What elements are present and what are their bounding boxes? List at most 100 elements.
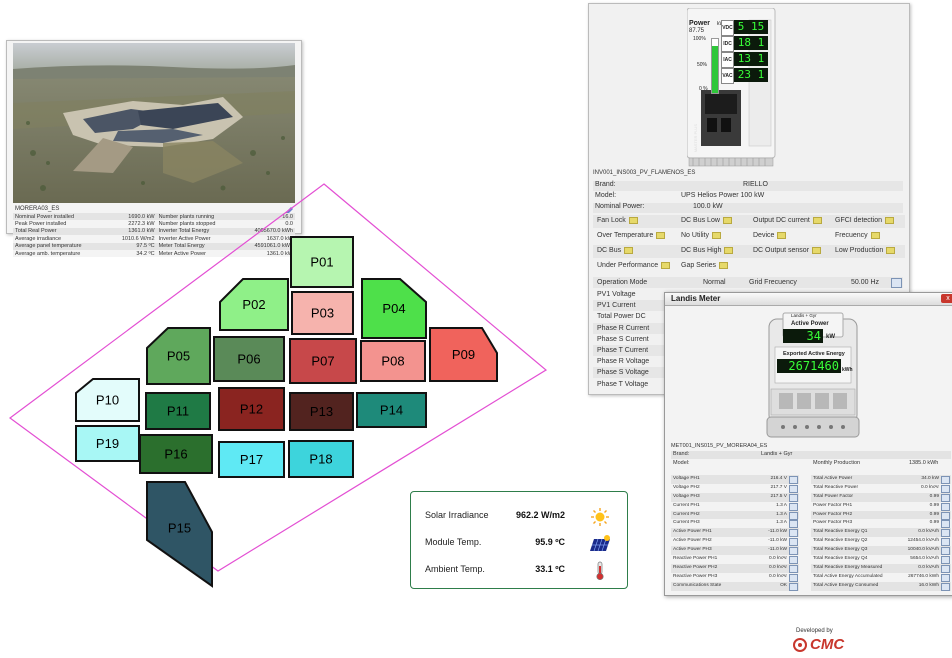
plot-p12[interactable]: P12 [218, 387, 285, 431]
alarm-indicator: DC Bus Low [681, 215, 732, 227]
meter-row-label: Current PH2 [673, 511, 700, 517]
plot-p03[interactable]: P03 [291, 291, 354, 335]
plot-p10[interactable]: P10 [75, 378, 140, 422]
meter-row-value: 1.3 A [776, 520, 787, 526]
plot-p07[interactable]: P07 [289, 338, 357, 384]
alarm-status-icon [624, 246, 634, 254]
chart-icon[interactable] [941, 484, 950, 493]
meter-active-power-label: Active Power [791, 321, 829, 327]
meter-row-label: Total Power Factor [813, 493, 853, 499]
alarm-status-icon [724, 246, 734, 254]
meter-row-label: Active Power PH1 [673, 529, 712, 535]
plot-p17[interactable]: P17 [218, 441, 285, 478]
alarm-indicator: Gap Series [681, 260, 729, 272]
chart-icon[interactable] [789, 556, 798, 565]
chart-icon[interactable] [941, 556, 950, 565]
plot-p01[interactable]: P01 [290, 236, 354, 288]
plot-label: P13 [310, 404, 333, 419]
plot-p11[interactable]: P11 [145, 392, 211, 430]
alarm-status-icon [886, 246, 896, 254]
ambient-temp-row: Ambient Temp. 33.1 ºC [411, 561, 627, 581]
chart-icon[interactable] [789, 520, 798, 529]
chart-icon[interactable] [789, 476, 798, 484]
chart-icon[interactable] [941, 564, 950, 573]
alarm-label: DC Output sensor [753, 247, 810, 254]
meter-row-label: Active Power PH3 [673, 547, 712, 553]
meter-row-value: 0.0 kVAr [768, 573, 787, 579]
plot-p15[interactable]: P15 [146, 481, 213, 588]
meter-row-value: 0.0 kVAr [768, 564, 787, 570]
plot-p04[interactable]: P04 [361, 278, 427, 339]
plot-p13[interactable]: P13 [289, 392, 354, 431]
plot-p05[interactable]: P05 [146, 327, 211, 385]
meter-panel: Landis Meter x Landis + Gyr Active Power… [664, 292, 952, 596]
inverter-measure-label: PV1 Voltage [597, 291, 636, 298]
inverter-nominal-label: Nominal Power: [595, 203, 645, 210]
grid-frequency-value: 50.00 Hz [851, 279, 880, 286]
meter-row: Voltage PH3 217.5 V [671, 492, 799, 502]
meter-row-value: 0.99 [929, 502, 939, 508]
meter-row: Current PH1 1.3 A [671, 502, 799, 511]
alarm-indicator: Low Production [835, 245, 896, 257]
plot-p14[interactable]: P14 [356, 392, 427, 428]
chart-icon[interactable] [789, 538, 798, 547]
meter-left-table: Voltage PH1 216.4 V Voltage PH2 217.7 V Volt… [671, 475, 799, 591]
alarm-indicator: Frecuency [835, 230, 880, 242]
chart-icon[interactable] [789, 582, 798, 591]
plot-label: P18 [309, 452, 332, 467]
chart-icon[interactable] [941, 573, 950, 582]
meter-row-value: 0.0 kVArh [918, 529, 939, 535]
alarm-indicator: Device [753, 230, 787, 242]
alarm-indicator: No Utility [681, 230, 722, 242]
meter-row-value: 216.4 V [770, 476, 787, 481]
plot-p06[interactable]: P06 [213, 336, 285, 382]
meter-titlebar[interactable]: Landis Meter x [665, 293, 952, 306]
chart-icon[interactable] [789, 511, 798, 520]
plot-p09[interactable]: P09 [429, 327, 498, 382]
plot-label: P14 [380, 403, 403, 418]
inverter-model-value: UPS Helios Power 100 kW [681, 192, 765, 199]
solar-panel-icon [590, 535, 610, 552]
plot-p08[interactable]: P08 [360, 340, 426, 382]
meter-row: Total Power Factor 0.99 [811, 492, 951, 502]
chart-icon[interactable] [789, 529, 798, 538]
plot-label: P05 [167, 349, 190, 364]
chart-icon[interactable] [941, 520, 950, 529]
meter-row: Total Active Power 34.0 kW [811, 475, 951, 484]
chart-icon[interactable] [789, 564, 798, 573]
chart-icon[interactable] [941, 582, 950, 591]
meter-row: Reactive Power PH3 0.0 kVAr [671, 573, 799, 582]
cmc-logo-text: CMC [810, 636, 845, 653]
sun-icon [591, 508, 609, 526]
meter-row-label: Total Reactive Energy Q4 [813, 556, 868, 562]
plot-p16[interactable]: P16 [139, 434, 213, 474]
plot-p18[interactable]: P18 [288, 440, 354, 478]
meter-row: Power Factor PH3 0.99 [811, 519, 951, 529]
meter-row-value: -11.0 kW [768, 538, 787, 544]
chart-icon[interactable] [891, 278, 902, 288]
inverter-measure-label: Phase S Voltage [597, 369, 649, 377]
close-button[interactable]: x [941, 294, 952, 303]
plot-label: P02 [242, 297, 265, 312]
chart-icon[interactable] [941, 493, 950, 502]
chart-icon[interactable] [941, 547, 950, 556]
irradiance-row: Solar Irradiance 962.2 W/m2 [411, 507, 627, 527]
chart-icon[interactable] [789, 484, 798, 493]
chart-icon[interactable] [789, 573, 798, 582]
meter-row-value: -11.0 kW [768, 547, 787, 553]
chart-icon[interactable] [789, 547, 798, 556]
chart-icon[interactable] [941, 511, 950, 520]
meter-row: Reactive Power PH1 0.0 kVAr [671, 555, 799, 565]
meter-row-value: OK [780, 582, 787, 588]
chart-icon[interactable] [941, 476, 950, 484]
developed-by-text: Developed by [796, 628, 833, 634]
chart-icon[interactable] [941, 538, 950, 547]
plot-label: P03 [311, 306, 334, 321]
plot-p02[interactable]: P02 [219, 278, 289, 331]
plot-p19[interactable]: P19 [75, 425, 140, 462]
chart-icon[interactable] [789, 493, 798, 502]
chart-icon[interactable] [941, 502, 950, 511]
chart-icon[interactable] [941, 529, 950, 538]
alarm-label: Gap Series [681, 262, 717, 269]
chart-icon[interactable] [789, 502, 798, 511]
